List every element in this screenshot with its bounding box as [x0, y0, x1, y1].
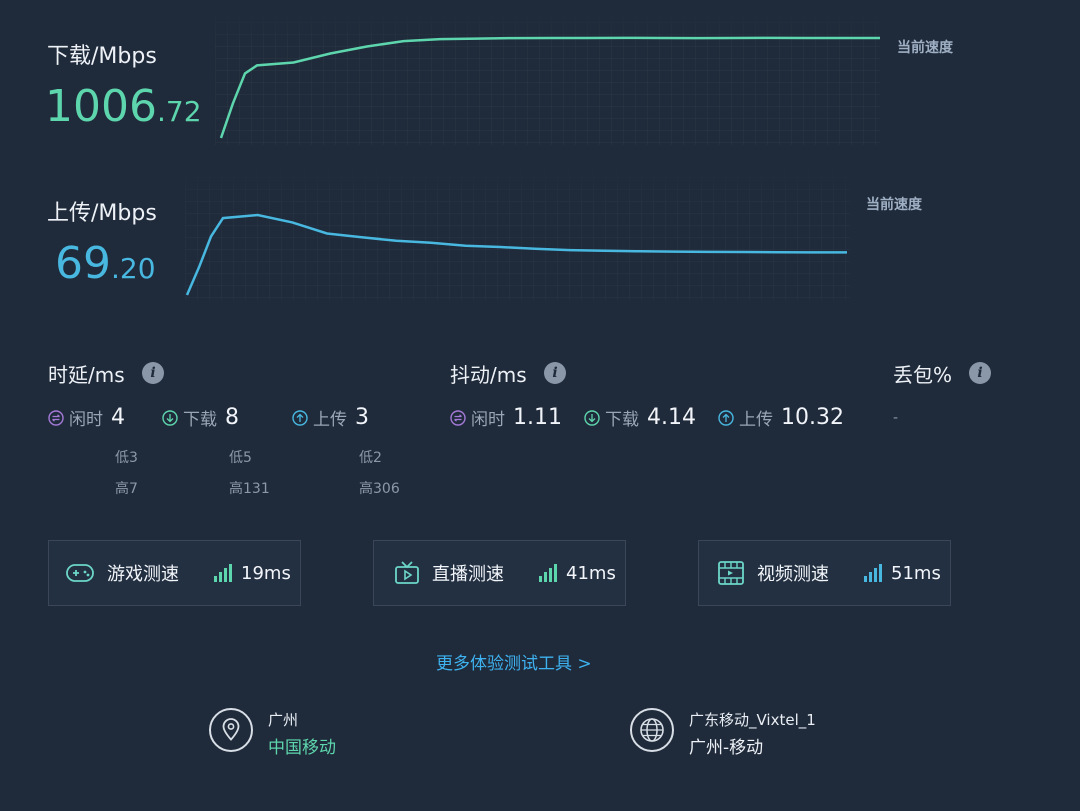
jitter-upload-label: 上传: [739, 410, 773, 430]
location-pin-icon: [209, 708, 253, 752]
signal-bars-icon: [864, 564, 882, 582]
latency-upload-label: 上传: [313, 410, 347, 430]
client-isp: 中国移动: [268, 738, 336, 758]
latency-idle-label: 闲时: [69, 410, 103, 430]
upload-speed-dec: .20: [111, 252, 156, 285]
upload-speed-int: 69: [55, 238, 111, 289]
latency-idle-low: 低3: [115, 450, 138, 466]
globe-icon: [630, 708, 674, 752]
arrow-down-circle-icon: [162, 409, 178, 426]
game-speed-test-ms: 19ms: [241, 562, 291, 584]
download-label: 下载/Mbps: [47, 44, 157, 69]
latency-download-label: 下载: [183, 410, 217, 430]
latency-download-value: 8: [225, 405, 239, 430]
arrow-up-circle-icon: [718, 409, 734, 426]
latency-upload-value: 3: [355, 405, 369, 430]
tv-icon: [395, 561, 419, 584]
packet-loss-info-icon[interactable]: i: [969, 362, 991, 384]
jitter-upload-value: 10.32: [781, 405, 844, 430]
latency-upload-high: 高306: [359, 481, 400, 497]
upload-speed-value: 69.20: [55, 242, 156, 286]
jitter-label: 抖动/ms: [450, 363, 527, 387]
jitter-idle-value: 1.11: [513, 405, 562, 430]
latency-idle-high: 高7: [115, 481, 138, 497]
jitter-download: 下载 4.14: [584, 405, 696, 430]
jitter-download-label: 下载: [605, 410, 639, 430]
server-location: 广州-移动: [689, 738, 764, 758]
live-speed-test-ms: 41ms: [566, 562, 616, 584]
video-speed-test-title: 视频测速: [757, 564, 829, 585]
idle-icon: [450, 409, 466, 426]
latency-upload-low: 低2: [359, 450, 382, 466]
latency-download-high: 高131: [229, 481, 270, 497]
film-icon: [718, 561, 744, 585]
live-speed-test-card[interactable]: 直播测速 41ms: [373, 540, 626, 606]
download-speed-graph: [215, 10, 880, 145]
latency-upload: 上传 3: [292, 405, 369, 430]
signal-bars-icon: [539, 564, 557, 582]
video-speed-test-ms: 51ms: [891, 562, 941, 584]
latency-download-low: 低5: [229, 450, 252, 466]
latency-idle-value: 4: [111, 405, 125, 430]
game-speed-test-card[interactable]: 游戏测速 19ms: [48, 540, 301, 606]
arrow-up-circle-icon: [292, 409, 308, 426]
jitter-info-icon[interactable]: i: [544, 362, 566, 384]
download-speed-dec: .72: [156, 95, 202, 128]
idle-icon: [48, 409, 64, 426]
upload-current-label: 当前速度: [866, 197, 922, 213]
upload-label: 上传/Mbps: [47, 201, 157, 226]
client-city: 广州: [268, 711, 299, 729]
jitter-upload: 上传 10.32: [718, 405, 844, 430]
arrow-down-circle-icon: [584, 409, 600, 426]
download-speed-value: 1006.72: [45, 85, 202, 129]
download-current-label: 当前速度: [897, 40, 953, 56]
upload-speed-graph: [185, 165, 850, 300]
jitter-idle: 闲时 1.11: [450, 405, 562, 430]
download-speed-int: 1006: [45, 81, 157, 132]
game-speed-test-title: 游戏测速: [107, 564, 179, 585]
latency-idle: 闲时 4: [48, 405, 125, 430]
more-tools-link[interactable]: 更多体验测试工具 >: [436, 649, 592, 674]
jitter-idle-label: 闲时: [471, 410, 505, 430]
latency-info-icon[interactable]: i: [142, 362, 164, 384]
packet-loss-label: 丢包%: [893, 363, 953, 387]
jitter-download-value: 4.14: [647, 405, 696, 430]
gamepad-icon: [66, 564, 94, 582]
signal-bars-icon: [214, 564, 232, 582]
live-speed-test-title: 直播测速: [432, 564, 504, 585]
latency-label: 时延/ms: [48, 363, 125, 387]
packet-loss-value: -: [893, 410, 899, 426]
latency-download: 下载 8: [162, 405, 239, 430]
video-speed-test-card[interactable]: 视频测速 51ms: [698, 540, 951, 606]
server-name: 广东移动_Vixtel_1: [689, 711, 816, 729]
